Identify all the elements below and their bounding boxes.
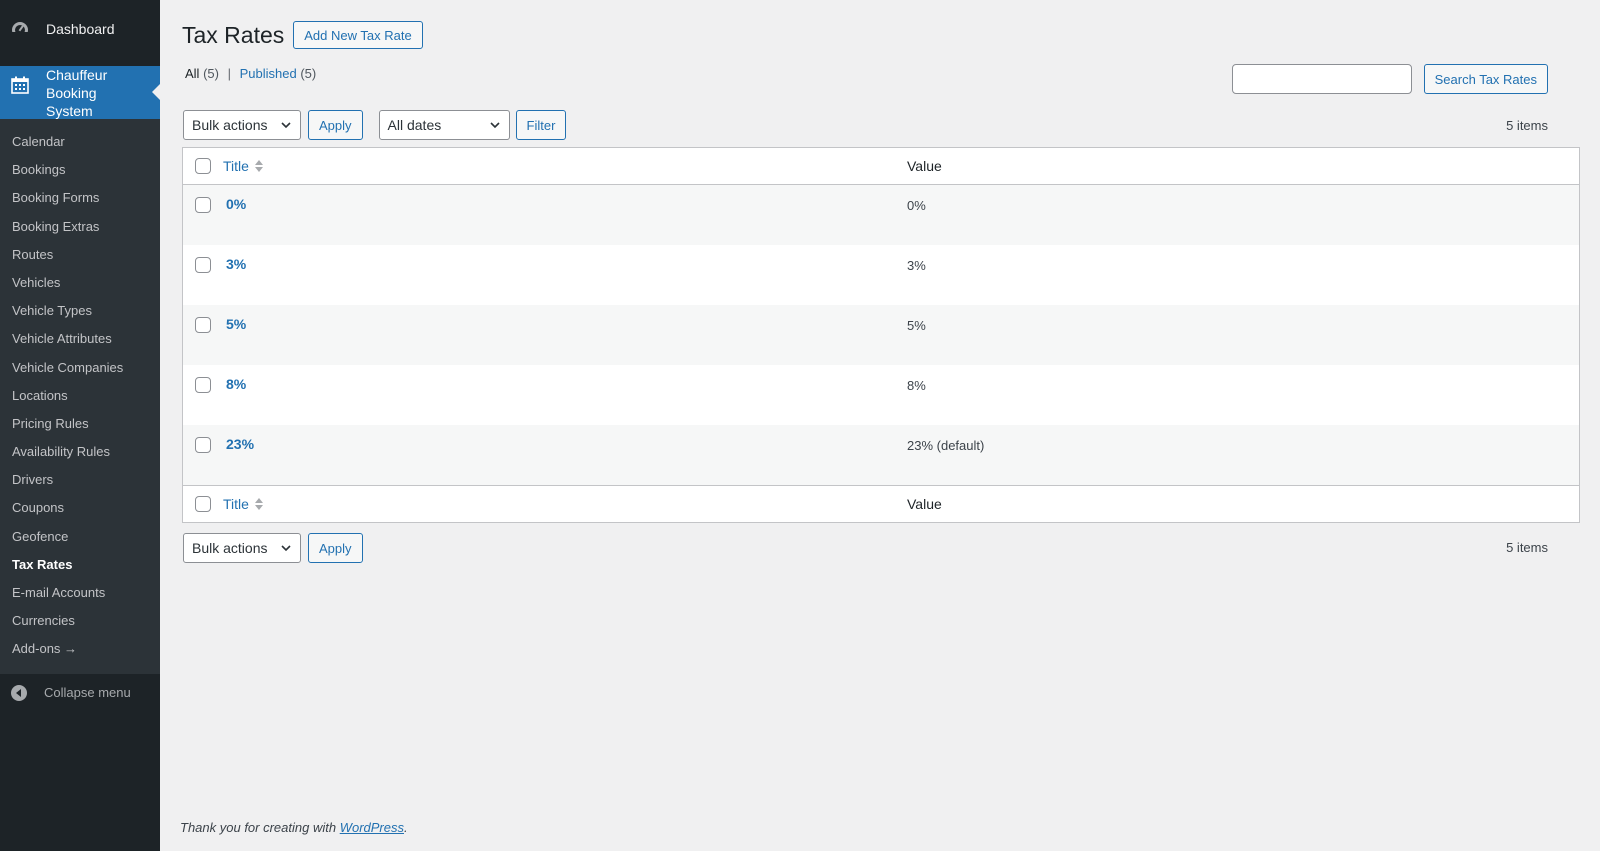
sidebar-item-booking-extras[interactable]: Booking Extras bbox=[0, 213, 160, 241]
select-all-checkbox-bottom[interactable] bbox=[195, 496, 211, 512]
sidebar-item-email-accounts[interactable]: E-mail Accounts bbox=[0, 579, 160, 607]
admin-sidebar: Dashboard Chauffeur Booking System Calen… bbox=[0, 0, 160, 851]
collapse-menu-label: Collapse menu bbox=[44, 685, 131, 701]
table-row: 8% 8% bbox=[183, 365, 1579, 425]
sidebar-item-vehicle-attributes[interactable]: Vehicle Attributes bbox=[0, 325, 160, 353]
add-new-tax-rate-button[interactable]: Add New Tax Rate bbox=[293, 21, 423, 49]
row-title-link[interactable]: 8% bbox=[226, 376, 246, 392]
sidebar-item-add-ons[interactable]: Add-ons → bbox=[0, 635, 160, 663]
footer-text: Thank you for creating with bbox=[180, 820, 337, 835]
table-row: 23% 23% (default) bbox=[183, 425, 1579, 485]
sidebar-item-routes[interactable]: Routes bbox=[0, 241, 160, 269]
sidebar-item-coupons[interactable]: Coupons bbox=[0, 494, 160, 522]
chevron-down-icon bbox=[489, 122, 500, 129]
row-checkbox[interactable] bbox=[195, 377, 211, 393]
row-checkbox[interactable] bbox=[195, 317, 211, 333]
search-box: Search Tax Rates bbox=[1231, 64, 1548, 94]
sidebar-item-locations[interactable]: Locations bbox=[0, 382, 160, 410]
sidebar-item-pricing-rules[interactable]: Pricing Rules bbox=[0, 410, 160, 438]
row-title-link[interactable]: 0% bbox=[226, 196, 246, 212]
sort-by-title-link-bottom[interactable]: Title bbox=[223, 496, 249, 512]
dates-filter-select[interactable]: All dates bbox=[378, 110, 510, 140]
table-footer: Title Value bbox=[183, 485, 1579, 522]
filter-button[interactable]: Filter bbox=[515, 110, 567, 140]
bulk-actions-value: Bulk actions bbox=[192, 117, 268, 133]
sidebar-submenu: Calendar Bookings Booking Forms Booking … bbox=[0, 119, 160, 674]
dates-filter-value: All dates bbox=[387, 117, 442, 133]
sidebar-item-booking-forms[interactable]: Booking Forms bbox=[0, 184, 160, 212]
page-title: Tax Rates bbox=[182, 22, 285, 48]
table-row: 0% 0% bbox=[183, 185, 1579, 245]
value-column-header: Value bbox=[907, 158, 942, 174]
view-separator: | bbox=[227, 66, 231, 81]
tablenav-bottom: Bulk actions Apply bbox=[183, 533, 363, 563]
row-title-link[interactable]: 3% bbox=[226, 256, 246, 272]
row-value: 8% bbox=[907, 378, 926, 393]
apply-button[interactable]: Apply bbox=[308, 110, 363, 140]
table-row: 3% 3% bbox=[183, 245, 1579, 305]
row-checkbox[interactable] bbox=[195, 257, 211, 273]
search-input[interactable] bbox=[1231, 64, 1412, 94]
row-title-link[interactable]: 23% bbox=[226, 436, 254, 452]
sidebar-item-drivers[interactable]: Drivers bbox=[0, 466, 160, 494]
sidebar-item-availability-rules[interactable]: Availability Rules bbox=[0, 438, 160, 466]
bulk-actions-select[interactable]: Bulk actions bbox=[183, 110, 301, 140]
sidebar-item-label: Dashboard bbox=[46, 21, 115, 37]
sidebar-item-tax-rates[interactable]: Tax Rates bbox=[0, 551, 160, 579]
collapse-arrow-icon bbox=[10, 684, 28, 702]
wordpress-link[interactable]: WordPress bbox=[340, 820, 404, 835]
sidebar-item-vehicle-types[interactable]: Vehicle Types bbox=[0, 297, 160, 325]
sidebar-item-geofence[interactable]: Geofence bbox=[0, 523, 160, 551]
items-count-top: 5 items bbox=[1506, 118, 1548, 133]
sidebar-item-dashboard[interactable]: Dashboard bbox=[0, 0, 160, 58]
sidebar-item-currencies[interactable]: Currencies bbox=[0, 607, 160, 635]
search-tax-rates-button[interactable]: Search Tax Rates bbox=[1423, 64, 1548, 94]
row-value: 0% bbox=[907, 198, 926, 213]
apply-button-bottom[interactable]: Apply bbox=[308, 533, 363, 563]
bulk-actions-value: Bulk actions bbox=[192, 540, 268, 556]
view-published-link[interactable]: Published (5) bbox=[240, 66, 317, 81]
bulk-actions-select-bottom[interactable]: Bulk actions bbox=[183, 533, 301, 563]
sort-by-title-link[interactable]: Title bbox=[223, 158, 249, 174]
view-all-link[interactable]: All (5) bbox=[185, 66, 219, 81]
table-header: Title Value bbox=[183, 148, 1579, 185]
sort-arrows-icon[interactable] bbox=[254, 159, 264, 173]
chevron-down-icon bbox=[281, 545, 291, 552]
sidebar-item-calendar[interactable]: Calendar bbox=[0, 128, 160, 156]
row-value: 23% (default) bbox=[907, 438, 985, 453]
sidebar-item-chauffeur-booking-system[interactable]: Chauffeur Booking System bbox=[0, 66, 160, 119]
select-all-checkbox[interactable] bbox=[195, 158, 211, 174]
main-content: Tax Rates Add New Tax Rate All (5) | Pub… bbox=[160, 0, 1600, 851]
sidebar-item-label: Chauffeur Booking System bbox=[46, 66, 108, 119]
collapse-menu-button[interactable]: Collapse menu bbox=[0, 676, 160, 710]
row-checkbox[interactable] bbox=[195, 197, 211, 213]
page-header: Tax Rates Add New Tax Rate bbox=[182, 20, 423, 50]
sort-arrows-icon[interactable] bbox=[254, 497, 264, 511]
dashboard-gauge-icon bbox=[10, 19, 30, 39]
sidebar-item-vehicle-companies[interactable]: Vehicle Companies bbox=[0, 354, 160, 382]
calendar-icon bbox=[10, 75, 30, 95]
tablenav-top: Bulk actions Apply All dates Filter bbox=[183, 110, 567, 140]
row-title-link[interactable]: 5% bbox=[226, 316, 246, 332]
admin-footer: Thank you for creating with WordPress. bbox=[180, 820, 408, 835]
row-value: 3% bbox=[907, 258, 926, 273]
footer-suffix: . bbox=[404, 820, 408, 835]
sidebar-item-vehicles[interactable]: Vehicles bbox=[0, 269, 160, 297]
sidebar-item-bookings[interactable]: Bookings bbox=[0, 156, 160, 184]
row-value: 5% bbox=[907, 318, 926, 333]
items-count-bottom: 5 items bbox=[1506, 540, 1548, 555]
chevron-down-icon bbox=[281, 122, 291, 129]
tax-rates-table: Title Value 0% 0% 3% 3% 5% 5% 8% 8% 23% … bbox=[182, 147, 1580, 523]
table-row: 5% 5% bbox=[183, 305, 1579, 365]
value-column-footer: Value bbox=[907, 496, 942, 512]
post-status-filters: All (5) | Published (5) bbox=[185, 66, 316, 81]
row-checkbox[interactable] bbox=[195, 437, 211, 453]
